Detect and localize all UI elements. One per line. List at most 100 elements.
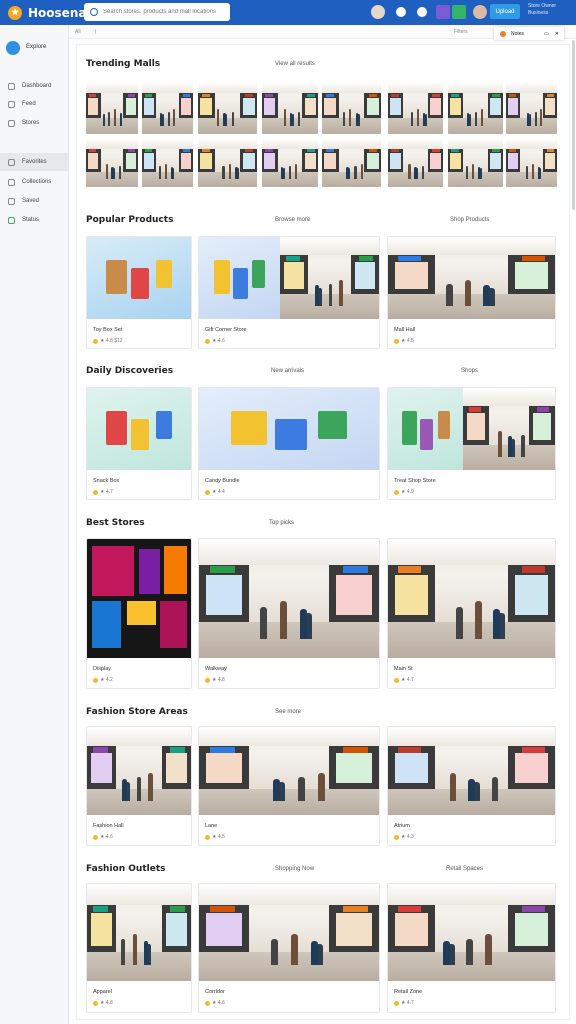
- store-card[interactable]: Display ★ 4.2: [86, 538, 192, 689]
- section-link-popular[interactable]: Browse more: [275, 217, 310, 223]
- card-image[interactable]: [199, 237, 379, 319]
- section-link-popular-2[interactable]: Shop Products: [450, 217, 489, 223]
- mall-thumbnail[interactable]: [448, 138, 503, 187]
- chat-icon[interactable]: [452, 5, 466, 19]
- store-card[interactable]: Toy Box Set ★ 4.8 $12: [86, 236, 192, 349]
- mall-thumbnail[interactable]: [198, 138, 257, 187]
- scrollbar[interactable]: [572, 40, 575, 210]
- store-card[interactable]: Corridor ★ 4.6: [198, 883, 380, 1013]
- store-card[interactable]: Treat Shop Store ★ 4.9: [387, 387, 556, 500]
- sidebar-item-label: Stores: [22, 120, 40, 126]
- app-logo[interactable]: ★: [8, 5, 22, 20]
- bookmark-icon: [8, 197, 15, 205]
- section-link-outlets[interactable]: Shopping Now: [275, 866, 314, 872]
- upload-button[interactable]: Upload: [490, 4, 520, 19]
- mall-thumbnail[interactable]: [448, 82, 503, 134]
- store-card[interactable]: Snack Box ★ 4.7: [86, 387, 192, 500]
- rating-icon: [205, 1000, 210, 1006]
- card-image[interactable]: [199, 727, 379, 815]
- mall-thumbnail[interactable]: [86, 138, 138, 187]
- card-image[interactable]: [388, 539, 555, 658]
- dashboard-icon: [8, 82, 15, 90]
- card-caption: Fashion Hall: [93, 823, 124, 829]
- store-card[interactable]: Retail Zone ★ 4.7: [387, 883, 556, 1013]
- sidebar-item-saved[interactable]: Saved: [0, 192, 69, 210]
- explore-icon[interactable]: [6, 41, 20, 55]
- sidebar-item-dashboard[interactable]: Dashboard: [0, 77, 69, 95]
- avatar[interactable]: [371, 5, 385, 19]
- mall-thumbnail[interactable]: [506, 138, 557, 187]
- sidebar-item-collections[interactable]: Collections: [0, 173, 69, 191]
- card-meta: ★ 4.7: [93, 489, 113, 495]
- card-image[interactable]: [87, 388, 191, 470]
- sidebar-item-favorites[interactable]: Favorites: [0, 153, 69, 171]
- sidebar-item-label: Favorites: [22, 159, 47, 165]
- section-link-best[interactable]: Top picks: [269, 520, 294, 526]
- section-link-daily-2[interactable]: Shops: [461, 368, 478, 374]
- filter-divider: |: [95, 29, 97, 35]
- apps-icon[interactable]: [436, 5, 450, 19]
- mall-thumbnail[interactable]: [142, 138, 193, 187]
- store-card[interactable]: Candy Bundle ★ 4.4: [198, 387, 380, 500]
- search-bar[interactable]: [84, 3, 230, 21]
- card-meta: ★ 4.5: [394, 338, 414, 344]
- card-image[interactable]: [388, 237, 555, 319]
- card-image[interactable]: [388, 884, 555, 981]
- mall-thumbnail[interactable]: [262, 82, 318, 134]
- card-image[interactable]: [87, 539, 191, 658]
- store-card[interactable]: Mall Hall ★ 4.5: [387, 236, 556, 349]
- filter-toggle[interactable]: Filters: [454, 29, 468, 35]
- card-meta: ★ 4.5: [205, 834, 225, 840]
- mall-thumbnail[interactable]: [388, 138, 443, 187]
- mall-thumbnail[interactable]: [322, 138, 381, 187]
- profile-avatar[interactable]: [473, 5, 487, 19]
- search-input[interactable]: [103, 9, 223, 15]
- card-image[interactable]: [199, 388, 379, 470]
- mall-thumbnail[interactable]: [198, 82, 257, 134]
- mall-thumbnail[interactable]: [506, 82, 557, 134]
- notes-icon: [500, 30, 506, 37]
- card-meta: ★ 4.3: [394, 834, 414, 840]
- user-info[interactable]: Store Owner Business: [528, 3, 568, 17]
- sidebar-item-status[interactable]: Status: [0, 211, 69, 229]
- close-icon[interactable]: ✕: [555, 31, 559, 37]
- card-caption: Main St: [394, 666, 413, 672]
- card-caption: Gift Corner Store: [205, 327, 247, 333]
- brand-name: Hoosena: [28, 5, 87, 20]
- history-icon[interactable]: [394, 5, 408, 19]
- feed-icon: [8, 100, 15, 108]
- filter-all[interactable]: All: [75, 29, 81, 35]
- section-link-daily[interactable]: New arrivals: [271, 368, 304, 374]
- store-card[interactable]: Atrium ★ 4.3: [387, 726, 556, 846]
- mall-thumbnail[interactable]: [142, 82, 193, 134]
- card-image[interactable]: [199, 884, 379, 981]
- section-link-outlets-2[interactable]: Retail Spaces: [446, 866, 483, 872]
- store-card[interactable]: Walkway ★ 4.8: [198, 538, 380, 689]
- card-image[interactable]: [87, 884, 191, 981]
- mall-thumbnail[interactable]: [262, 138, 318, 187]
- section-link-areas[interactable]: See more: [275, 709, 301, 715]
- notes-popup[interactable]: Notes ▭ ✕: [494, 27, 564, 40]
- minimize-icon[interactable]: ▭: [544, 31, 549, 37]
- rating-icon: [93, 834, 98, 840]
- card-image[interactable]: [388, 727, 555, 815]
- store-card[interactable]: Gift Corner Store ★ 4.6: [198, 236, 380, 349]
- sidebar-item-stores[interactable]: Stores: [0, 114, 69, 132]
- section-title-daily: Daily Discoveries: [86, 366, 174, 376]
- mall-thumbnail[interactable]: [388, 82, 443, 134]
- store-card[interactable]: Lane ★ 4.5: [198, 726, 380, 846]
- store-card[interactable]: Fashion Hall ★ 4.6: [86, 726, 192, 846]
- store-card[interactable]: Main St ★ 4.7: [387, 538, 556, 689]
- card-image[interactable]: [199, 539, 379, 658]
- notification-icon[interactable]: [417, 7, 427, 17]
- card-image[interactable]: [87, 727, 191, 815]
- store-icon: [8, 119, 15, 127]
- section-link-trending[interactable]: View all results: [275, 61, 315, 67]
- card-meta: ★ 4.6: [205, 338, 225, 344]
- mall-thumbnail[interactable]: [322, 82, 381, 134]
- store-card[interactable]: Apparel ★ 4.8: [86, 883, 192, 1013]
- sidebar-item-feed[interactable]: Feed: [0, 95, 69, 113]
- card-image[interactable]: [87, 237, 191, 319]
- mall-thumbnail[interactable]: [86, 82, 138, 134]
- card-image[interactable]: [388, 388, 555, 470]
